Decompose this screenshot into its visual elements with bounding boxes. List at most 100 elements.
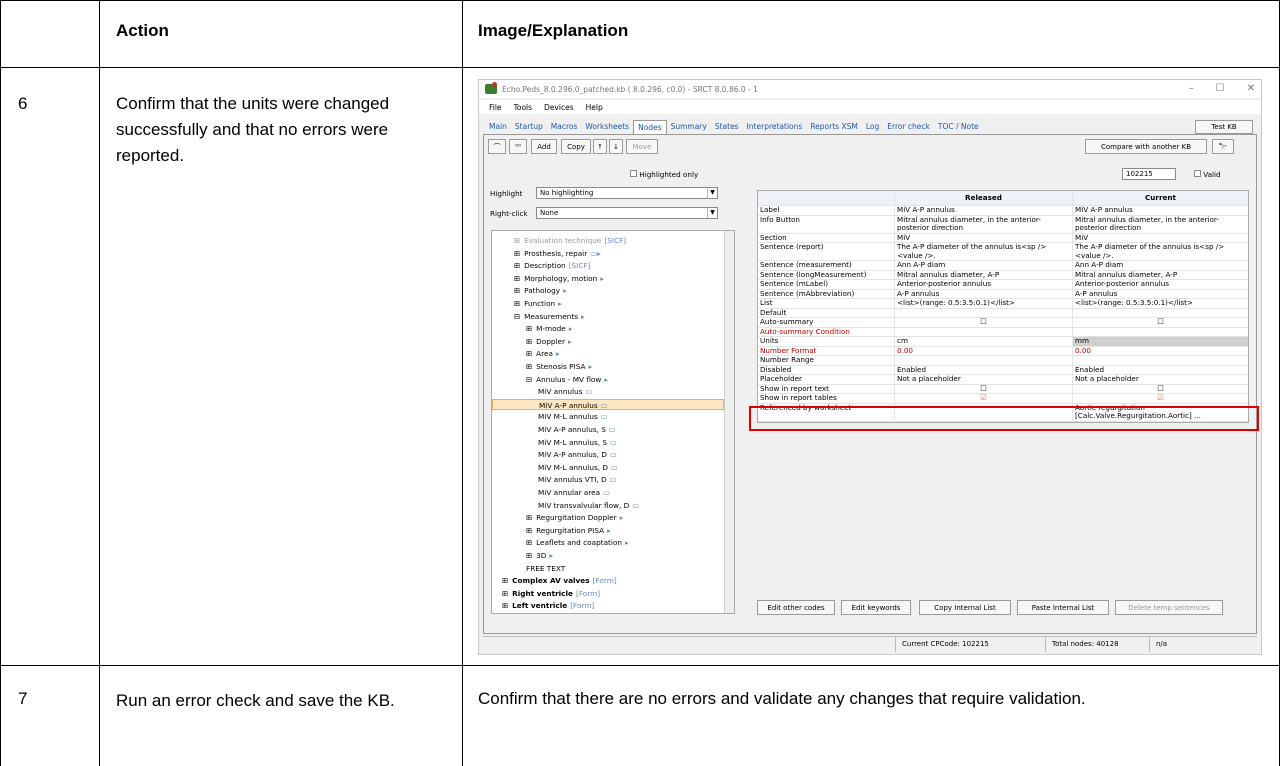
node-tree[interactable]: ⊞ Evaluation technique [SICF] ⊞ Prosthesis, … bbox=[491, 230, 735, 614]
tree-node[interactable]: ⊞ Leaflets and coaptation ▸ bbox=[526, 537, 629, 548]
grid-row[interactable]: Sentence (report) The A-P diameter of the… bbox=[758, 242, 1248, 261]
grid-row[interactable]: Placeholder Not a placeholder Not a placeh… bbox=[758, 374, 1248, 385]
grid-row[interactable]: Disabled Enabled Enabled bbox=[758, 365, 1248, 375]
binoculars-icon[interactable]: 🔭 bbox=[1212, 139, 1234, 154]
tree-node[interactable]: ⊞ Morphology, motion ▸ bbox=[514, 273, 604, 284]
tree-scrollbar[interactable] bbox=[724, 231, 734, 613]
tree-node[interactable]: MiV M-L annulus ▭ bbox=[538, 411, 608, 422]
highlight-select[interactable]: No highlighting ▼ bbox=[536, 187, 718, 199]
tree-node[interactable]: ⊟ Measurements ▸ bbox=[514, 311, 585, 322]
compare-kb-button[interactable]: Compare with another KB bbox=[1085, 139, 1207, 154]
maximize-icon[interactable]: ☐ bbox=[1216, 83, 1225, 94]
tab-log[interactable]: Log bbox=[862, 120, 883, 134]
expand-icon[interactable]: ⊞ bbox=[526, 324, 532, 333]
expand-icon[interactable]: ⊞ bbox=[514, 261, 520, 270]
tree-node[interactable]: MiV M-L annulus, S ▭ bbox=[538, 437, 617, 448]
tree-node[interactable]: ⊞ Regurgitation PISA ▸ bbox=[526, 525, 611, 536]
tree-node[interactable]: MiV A-P annulus, S ▭ bbox=[538, 424, 616, 435]
tab-main[interactable]: Main bbox=[485, 120, 511, 134]
tab-interpretations[interactable]: Interpretations bbox=[743, 120, 807, 134]
tree-node[interactable]: ⊞ 3D ▸ bbox=[526, 550, 553, 561]
tree-node[interactable]: ⊞ Stenosis PISA ▸ bbox=[526, 361, 592, 372]
tree-node[interactable]: ⊞ Pathology ▸ bbox=[514, 285, 567, 296]
move-up-button[interactable]: ↑ bbox=[593, 139, 607, 154]
expand-icon[interactable]: ⊞ bbox=[502, 589, 508, 598]
expand-icon[interactable]: ⊞ bbox=[526, 551, 532, 560]
collapse-icon[interactable]: ⊟ bbox=[526, 375, 532, 384]
move-down-button[interactable]: ↓ bbox=[609, 139, 623, 154]
tree-node[interactable]: MiV annular area ▭ bbox=[538, 487, 610, 498]
tab-startup[interactable]: Startup bbox=[511, 120, 547, 134]
tree-node[interactable]: ⊞ Prosthesis, repair ▭▸ bbox=[514, 248, 601, 259]
tree-node[interactable]: MiV A-P annulus, D ▭ bbox=[538, 449, 617, 460]
menu-file[interactable]: File bbox=[489, 103, 502, 112]
code-input[interactable]: 102215 bbox=[1122, 168, 1176, 180]
valid-checkbox[interactable]: Valid bbox=[1194, 170, 1221, 179]
expand-icon[interactable]: ⊞ bbox=[502, 601, 508, 610]
expand-icon[interactable]: ⊞ bbox=[526, 349, 532, 358]
menu-help[interactable]: Help bbox=[586, 103, 603, 112]
highlighted-only-checkbox[interactable]: Highlighted only bbox=[630, 170, 698, 179]
tree-node[interactable]: MiV annulus ▭ bbox=[538, 386, 592, 397]
tab-summary[interactable]: Summary bbox=[667, 120, 711, 134]
toolbar-button-2[interactable]: ⁰⁰ bbox=[509, 139, 527, 154]
rightclick-select[interactable]: None ▼ bbox=[536, 207, 718, 219]
grid-row[interactable]: Number Format 0.00 0.00 bbox=[758, 346, 1248, 356]
copy-internal-list-button[interactable]: Copy Internal List bbox=[919, 600, 1011, 615]
tree-node[interactable]: ⊞ Function ▸ bbox=[514, 298, 562, 309]
tree-node[interactable]: ⊞ Area ▸ bbox=[526, 348, 560, 359]
grid-row[interactable]: Sentence (longMeasurement) Mitral annulus… bbox=[758, 270, 1248, 280]
edit-other-codes-button[interactable]: Edit other codes bbox=[757, 600, 835, 615]
tree-node[interactable]: ⊞ Doppler ▸ bbox=[526, 336, 572, 347]
grid-row[interactable]: Auto-summary Condition bbox=[758, 327, 1248, 337]
edit-keywords-button[interactable]: Edit keywords bbox=[841, 600, 911, 615]
menu-devices[interactable]: Devices bbox=[544, 103, 574, 112]
grid-row[interactable]: Number Range bbox=[758, 355, 1248, 366]
collapse-icon[interactable]: ⊟ bbox=[514, 312, 520, 321]
add-button[interactable]: Add bbox=[531, 139, 557, 154]
expand-icon[interactable]: ⊞ bbox=[502, 576, 508, 585]
tab-macros[interactable]: Macros bbox=[547, 120, 582, 134]
expand-icon[interactable]: ⊞ bbox=[526, 526, 532, 535]
tab-nodes[interactable]: Nodes bbox=[633, 120, 667, 134]
expand-icon[interactable]: ⊞ bbox=[526, 538, 532, 547]
grid-row[interactable]: Units cm mm bbox=[758, 336, 1248, 347]
tree-node[interactable]: MiV transvalvular flow, D ▭ bbox=[538, 500, 639, 511]
expand-icon[interactable]: ⊞ bbox=[526, 337, 532, 346]
minimize-icon[interactable]: – bbox=[1189, 83, 1194, 94]
paste-internal-list-button[interactable]: Paste Internal List bbox=[1017, 600, 1109, 615]
copy-button[interactable]: Copy bbox=[561, 139, 591, 154]
tree-node[interactable]: ⊞ Regurgitation Doppler ▸ bbox=[526, 512, 623, 523]
tree-node[interactable]: ⊞ Complex AV valves [Form] bbox=[502, 575, 617, 586]
tab-error-check[interactable]: Error check bbox=[883, 120, 934, 134]
grid-row[interactable]: Default bbox=[758, 308, 1248, 318]
tree-node[interactable]: FREE TEXT bbox=[526, 563, 565, 574]
tab-toc-note[interactable]: TOC / Note bbox=[934, 120, 983, 134]
tree-node[interactable]: ⊟ Annulus - MV flow ▸ bbox=[526, 374, 608, 385]
grid-row[interactable]: List <list>(range: 0.5:3.5:0.1)</list> <li… bbox=[758, 298, 1248, 309]
expand-icon[interactable]: ⊞ bbox=[526, 513, 532, 522]
expand-icon[interactable]: ⊞ bbox=[514, 274, 520, 283]
tab-reports-xsm[interactable]: Reports XSM bbox=[806, 120, 862, 134]
tree-node[interactable]: ⊞ Evaluation technique [SICF] bbox=[514, 235, 626, 246]
tree-node[interactable]: ⊞ Right ventricle [Form] bbox=[502, 588, 600, 599]
tree-node[interactable]: MiV A-P annulus ▭ bbox=[492, 398, 724, 410]
delete-temp-sentences-button[interactable]: Delete temp sentences bbox=[1115, 600, 1223, 615]
move-button[interactable]: Move bbox=[626, 139, 658, 154]
tree-node[interactable]: ⊞ Description [SICF] bbox=[514, 260, 590, 271]
tree-node[interactable]: MiV M-L annulus, D ▭ bbox=[538, 462, 618, 473]
tab-worksheets[interactable]: Worksheets bbox=[581, 120, 633, 134]
expand-icon[interactable]: ⊞ bbox=[514, 299, 520, 308]
expand-icon[interactable]: ⊞ bbox=[526, 362, 532, 371]
toolbar-button-1[interactable]: ⌒ bbox=[488, 139, 506, 154]
grid-row[interactable]: Info Button Mitral annulus diameter, in t… bbox=[758, 215, 1248, 234]
tree-node[interactable]: ⊞ M-mode ▸ bbox=[526, 323, 572, 334]
tab-states[interactable]: States bbox=[711, 120, 743, 134]
test-kb-button[interactable]: Test KB bbox=[1195, 120, 1253, 134]
menu-tools[interactable]: Tools bbox=[514, 103, 532, 112]
tree-node[interactable]: ⊞ Left ventricle [Form] bbox=[502, 600, 594, 611]
close-icon[interactable]: ✕ bbox=[1247, 83, 1255, 94]
expand-icon[interactable]: ⊞ bbox=[514, 286, 520, 295]
tree-node[interactable]: MiV annulus VTI, D ▭ bbox=[538, 474, 617, 485]
expand-icon[interactable]: ⊞ bbox=[514, 249, 520, 258]
